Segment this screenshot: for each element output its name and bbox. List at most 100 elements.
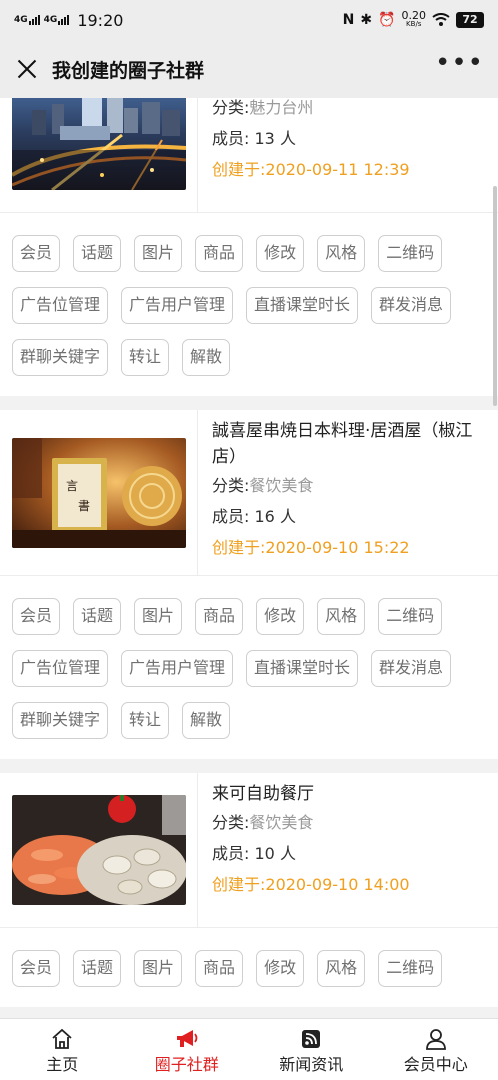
- alarm-icon: ⏰: [378, 12, 396, 28]
- seafood-buffet-photo[interactable]: [11, 795, 186, 905]
- edit-button[interactable]: 修改: [256, 598, 305, 635]
- scrollbar[interactable]: [493, 186, 497, 406]
- category-label: 分类:: [212, 476, 250, 495]
- tab-label: 主页: [46, 1055, 79, 1074]
- group-members: 成员: 13 人: [212, 123, 486, 154]
- topics-button[interactable]: 话题: [73, 598, 122, 635]
- images-button[interactable]: 图片: [134, 235, 183, 272]
- transfer-button[interactable]: 转让: [121, 702, 170, 739]
- more-icon[interactable]: •••: [435, 50, 484, 80]
- status-bar: 4G 4G 19:20 N ✱ ⏰ 0.20 KB/s 72: [0, 0, 498, 40]
- topics-button[interactable]: 话题: [73, 235, 122, 272]
- members-value: 16 人: [254, 507, 296, 526]
- chat-keyword-button[interactable]: 群聊关键字: [12, 339, 109, 376]
- members-button[interactable]: 会员: [12, 598, 61, 635]
- tab-community[interactable]: 圈子社群: [125, 1019, 250, 1080]
- user-icon: [425, 1027, 447, 1051]
- close-icon[interactable]: [14, 56, 40, 82]
- group-actions: 会员 话题 图片 商品 修改 风格 二维码 广告位管理 广告用户管理 直播课堂时…: [0, 213, 498, 396]
- members-button[interactable]: 会员: [12, 950, 61, 987]
- status-time: 19:20: [77, 10, 124, 30]
- qrcode-button[interactable]: 二维码: [378, 235, 443, 272]
- signal-icon-2: 4G: [44, 15, 70, 25]
- signal-icon: 4G: [14, 15, 40, 25]
- edit-button[interactable]: 修改: [256, 235, 305, 272]
- group-category: 分类:餐饮美食: [212, 807, 486, 838]
- city-night-photo[interactable]: [11, 98, 186, 190]
- ad-slot-button[interactable]: 广告位管理: [12, 287, 109, 324]
- category-value: 魅力台州: [249, 98, 314, 117]
- dissolve-button[interactable]: 解散: [182, 702, 231, 739]
- topics-button[interactable]: 话题: [73, 950, 122, 987]
- group-info: 来可自助餐厅 分类:餐饮美食 成员: 10 人 创建于:2020-09-10 1…: [0, 773, 498, 928]
- group-created: 创建于:2020-09-10 14:00: [212, 875, 410, 894]
- style-button[interactable]: 风格: [317, 235, 366, 272]
- group-actions: 会员 话题 图片 商品 修改 风格 二维码 广告位管理 广告用户管理 直播课堂时…: [0, 576, 498, 759]
- izakaya-photo[interactable]: 言 書: [11, 437, 186, 548]
- group-category: 分类:魅力台州: [212, 98, 486, 123]
- nav-header: 我创建的圈子社群 •••: [0, 40, 498, 98]
- group-card: 言 書 誠喜屋串焼日本料理·居酒屋（椒江店） 分类:餐饮美食 成员: 16 人: [0, 410, 498, 759]
- bluetooth-icon: ✱: [360, 12, 373, 28]
- tab-member-center[interactable]: 会员中心: [374, 1019, 498, 1080]
- members-value: 13 人: [254, 129, 296, 148]
- group-members: 成员: 16 人: [212, 501, 486, 532]
- group-card: 分类:魅力台州 成员: 13 人 创建于:2020-09-11 12:39 会员…: [0, 98, 498, 396]
- images-button[interactable]: 图片: [134, 950, 183, 987]
- speed-value: 0.20: [401, 9, 427, 22]
- broadcast-button[interactable]: 群发消息: [371, 650, 452, 687]
- products-button[interactable]: 商品: [195, 950, 244, 987]
- members-button[interactable]: 会员: [12, 235, 61, 272]
- tab-home[interactable]: 主页: [0, 1019, 125, 1080]
- chat-keyword-button[interactable]: 群聊关键字: [12, 702, 109, 739]
- group-list[interactable]: 分类:魅力台州 成员: 13 人 创建于:2020-09-11 12:39 会员…: [0, 98, 498, 1018]
- group-name[interactable]: 来可自助餐厅: [212, 781, 486, 807]
- broadcast-button[interactable]: 群发消息: [371, 287, 452, 324]
- ad-user-button[interactable]: 广告用户管理: [121, 287, 234, 324]
- category-value: 餐饮美食: [249, 476, 314, 495]
- category-value: 餐饮美食: [249, 813, 314, 832]
- group-meta: 誠喜屋串焼日本料理·居酒屋（椒江店） 分类:餐饮美食 成员: 16 人 创建于:…: [198, 410, 498, 575]
- style-button[interactable]: 风格: [317, 950, 366, 987]
- group-list-inner: 分类:魅力台州 成员: 13 人 创建于:2020-09-11 12:39 会员…: [0, 98, 498, 1018]
- products-button[interactable]: 商品: [195, 598, 244, 635]
- network-speed: 0.20 KB/s: [401, 9, 427, 29]
- signal-label-2: 4G: [43, 15, 58, 25]
- group-name[interactable]: 誠喜屋串焼日本料理·居酒屋（椒江店）: [212, 418, 486, 470]
- page-title: 我创建的圈子社群: [52, 59, 205, 82]
- nfc-icon: N: [342, 12, 355, 28]
- category-label: 分类:: [212, 98, 250, 117]
- bottom-tab-bar: 主页 圈子社群 新闻资讯 会员中心: [0, 1018, 498, 1080]
- thumb-wrap: [0, 773, 198, 927]
- members-label: 成员:: [212, 129, 250, 148]
- group-category: 分类:餐饮美食: [212, 470, 486, 501]
- live-duration-button[interactable]: 直播课堂时长: [246, 650, 359, 687]
- qrcode-button[interactable]: 二维码: [378, 950, 443, 987]
- battery-icon: 72: [456, 12, 484, 28]
- group-actions: 会员 话题 图片 商品 修改 风格 二维码: [0, 928, 498, 1007]
- tab-news[interactable]: 新闻资讯: [249, 1019, 374, 1080]
- style-button[interactable]: 风格: [317, 598, 366, 635]
- group-meta: 分类:魅力台州 成员: 13 人 创建于:2020-09-11 12:39: [198, 98, 498, 212]
- ad-user-button[interactable]: 广告用户管理: [121, 650, 234, 687]
- svg-text:書: 書: [78, 499, 90, 513]
- edit-button[interactable]: 修改: [256, 950, 305, 987]
- group-meta: 来可自助餐厅 分类:餐饮美食 成员: 10 人 创建于:2020-09-10 1…: [198, 773, 498, 927]
- transfer-button[interactable]: 转让: [121, 339, 170, 376]
- thumb-wrap: [0, 98, 198, 212]
- qrcode-button[interactable]: 二维码: [378, 598, 443, 635]
- members-label: 成员:: [212, 844, 250, 863]
- wifi-icon: [432, 13, 450, 26]
- live-duration-button[interactable]: 直播课堂时长: [246, 287, 359, 324]
- svg-text:言: 言: [66, 479, 78, 493]
- group-created: 创建于:2020-09-10 15:22: [212, 538, 410, 557]
- members-value: 10 人: [254, 844, 296, 863]
- members-label: 成员:: [212, 507, 250, 526]
- images-button[interactable]: 图片: [134, 598, 183, 635]
- ad-slot-button[interactable]: 广告位管理: [12, 650, 109, 687]
- thumb-wrap: 言 書: [0, 410, 198, 575]
- products-button[interactable]: 商品: [195, 235, 244, 272]
- megaphone-icon: [175, 1027, 199, 1051]
- dissolve-button[interactable]: 解散: [182, 339, 231, 376]
- group-card: 来可自助餐厅 分类:餐饮美食 成员: 10 人 创建于:2020-09-10 1…: [0, 773, 498, 1007]
